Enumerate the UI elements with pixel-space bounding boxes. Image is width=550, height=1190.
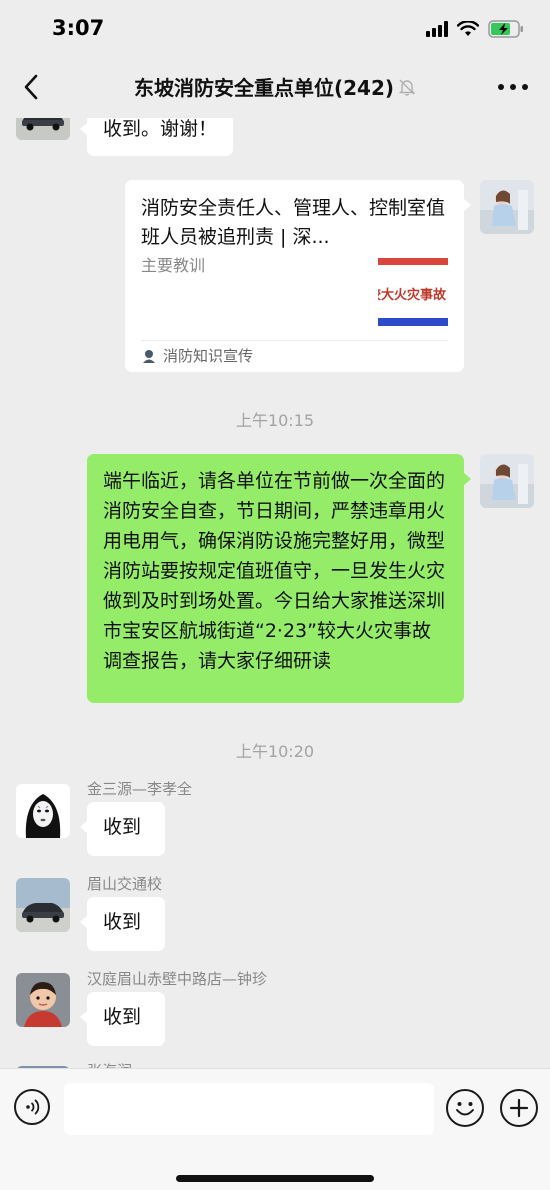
more-dot	[510, 84, 516, 90]
chat-area[interactable]: 收到。谢谢！ 消防安全责任人、管理人、控制室值班人员被追刑责 | 深... 主要…	[0, 118, 550, 1068]
status-icons	[426, 20, 524, 38]
thumb-red-band	[378, 258, 448, 265]
sender-name: 金三源—李孝全	[87, 780, 193, 798]
sender-name: 眉山交通校	[87, 875, 163, 893]
message-text: 收到。谢谢！	[103, 118, 218, 140]
message-input[interactable]	[64, 1083, 434, 1135]
voice-button[interactable]	[14, 1089, 50, 1125]
card-divider	[141, 340, 448, 341]
avatar-self[interactable]	[480, 454, 534, 508]
avatar-sender-mask[interactable]	[16, 784, 70, 838]
more-button[interactable]	[498, 74, 528, 100]
input-bar	[0, 1068, 550, 1190]
message-bubble[interactable]: 收到	[80, 992, 165, 1046]
signal-icon	[426, 21, 448, 37]
link-card[interactable]: 消防安全责任人、管理人、控制室值班人员被追刑责 | 深... 主要教训 较大火灾…	[125, 180, 471, 372]
card-thumbnail: 较大火灾事故	[378, 256, 448, 328]
nav-title-wrap: 东坡消防安全重点单位(242)	[0, 72, 550, 101]
wifi-icon	[457, 21, 479, 36]
message-text: 收到	[103, 1006, 142, 1028]
message-bubble[interactable]: 收到	[80, 802, 165, 856]
plus-icon	[509, 1098, 529, 1118]
message-bubble[interactable]: 收到。谢谢！	[79, 118, 234, 156]
timestamp: 上午10:15	[235, 411, 315, 430]
status-bar: 3:07	[0, 0, 550, 58]
bell-off-icon	[398, 79, 416, 96]
nav-bar: 东坡消防安全重点单位(242)	[0, 58, 550, 118]
sender-name: 张海润	[87, 1060, 132, 1068]
avatar-sender-child[interactable]	[16, 973, 70, 1027]
message-text: 收到	[103, 911, 142, 933]
home-indicator	[176, 1175, 374, 1182]
message-text: 收到	[103, 816, 142, 838]
message-bubble[interactable]: 收到	[80, 897, 165, 951]
card-title: 消防安全责任人、管理人、控制室值班人员被追刑责 | 深...	[141, 197, 446, 248]
thumb-blue-band	[378, 318, 448, 326]
sender-name: 汉庭眉山赤壁中路店—钟珍	[87, 970, 268, 988]
message-bubble-self[interactable]: 端午临近，请各单位在节前做一次全面的消防安全自查，节日期间，严禁违章用火用电用气…	[87, 454, 471, 703]
voice-icon	[26, 1099, 40, 1115]
message-text: 端午临近，请各单位在节前做一次全面的消防安全自查，节日期间，严禁违章用火用电用气…	[103, 470, 446, 672]
status-time: 3:07	[52, 16, 105, 40]
chat-title: 东坡消防安全重点单位(242)	[133, 76, 395, 100]
avatar-sender-car[interactable]	[16, 118, 70, 140]
emoji-button[interactable]	[446, 1089, 484, 1127]
official-account-icon	[143, 349, 155, 363]
battery-charging-icon	[488, 20, 523, 38]
more-dot	[498, 84, 504, 90]
more-dot	[522, 84, 528, 90]
card-description: 主要教训	[141, 256, 206, 275]
plus-button[interactable]	[500, 1089, 538, 1127]
card-source: 消防知识宣传	[141, 345, 253, 366]
emoji-icon	[456, 1102, 474, 1116]
timestamp: 上午10:20	[235, 742, 315, 761]
card-source-name: 消防知识宣传	[163, 347, 254, 365]
avatar-self[interactable]	[480, 180, 534, 234]
avatar-sender-car[interactable]	[16, 878, 70, 932]
thumb-text: 较大火灾事故	[378, 288, 447, 303]
